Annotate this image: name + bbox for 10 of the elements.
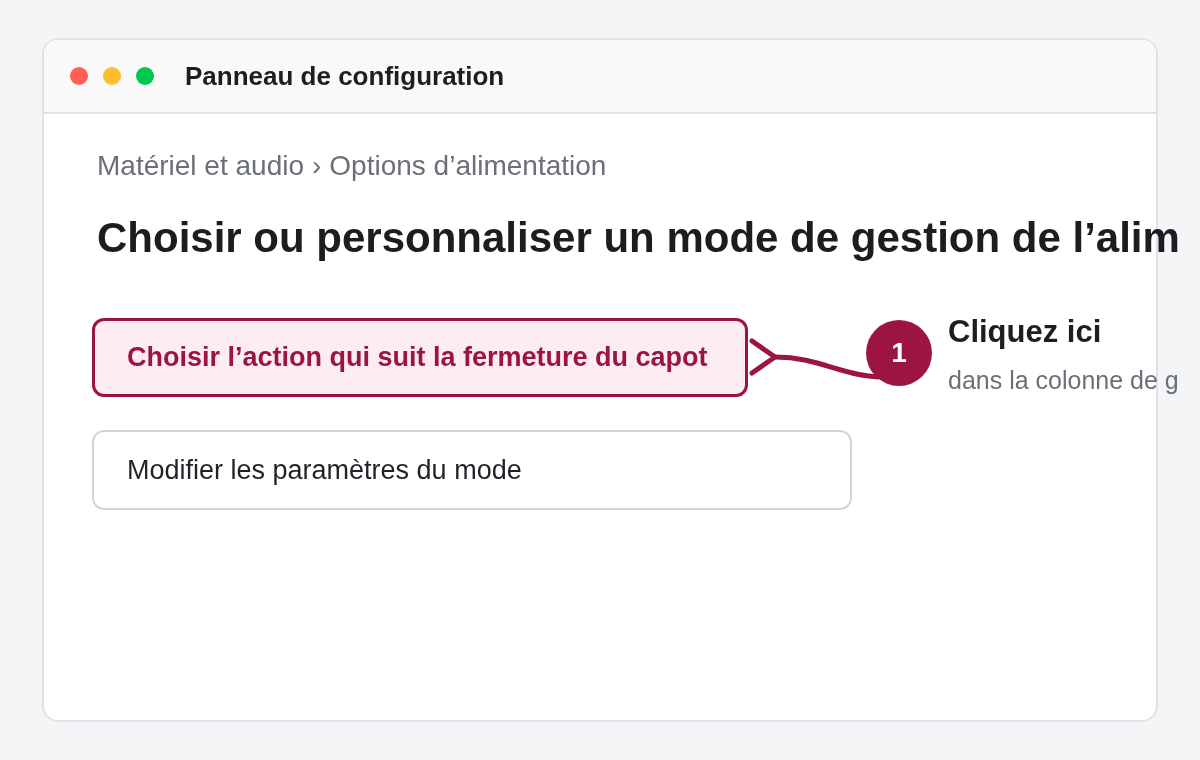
breadcrumb-separator: › xyxy=(312,150,322,182)
option-button[interactable]: Choisir l’action qui suit la fermeture du capot xyxy=(92,318,748,397)
callout-title: Cliquez ici xyxy=(948,314,1102,350)
step-number-badge: 1 xyxy=(866,320,932,386)
window-title: Panneau de configuration xyxy=(185,60,505,92)
breadcrumb-link[interactable]: Options d’alimentation xyxy=(329,150,607,182)
callout-text: dans la colonne de g xyxy=(948,365,1179,395)
page-heading: Choisir ou personnaliser un mode de gestion de l’alim xyxy=(97,213,1180,263)
breadcrumb-link[interactable]: Matériel et audio xyxy=(97,150,304,182)
option-button[interactable]: Modifier les paramètres du mode xyxy=(92,430,852,510)
